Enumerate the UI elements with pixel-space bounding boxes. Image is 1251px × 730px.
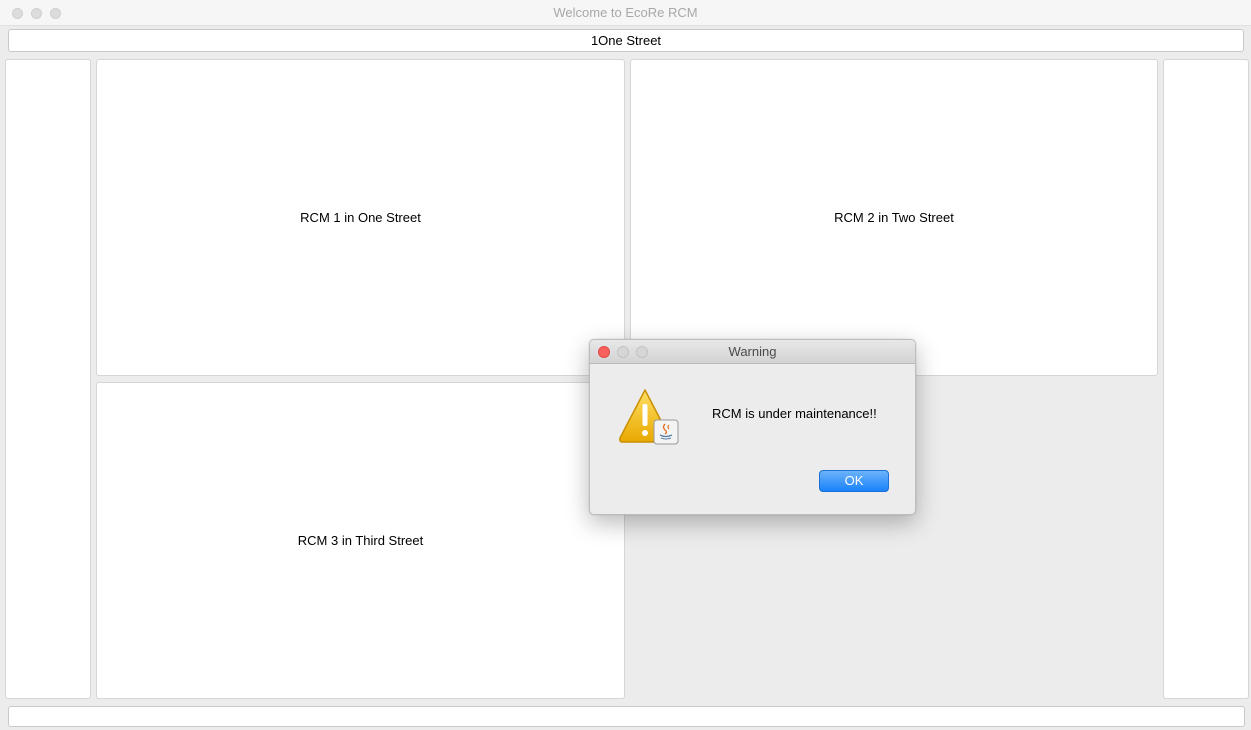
address-field[interactable]: 1One Street <box>8 29 1244 52</box>
right-side-panel <box>1163 59 1249 699</box>
left-side-panel <box>5 59 91 699</box>
warning-dialog: Warning RCM is under maintenance!! OK <box>589 339 916 515</box>
status-bar <box>8 706 1245 727</box>
window-title: Welcome to EcoRe RCM <box>553 5 698 20</box>
rcm-3-label: RCM 3 in Third Street <box>297 533 424 548</box>
warning-icon <box>619 389 679 445</box>
java-badge-icon <box>653 419 679 445</box>
rcm-1-label: RCM 1 in One Street <box>300 210 421 225</box>
ok-button[interactable]: OK <box>819 470 889 492</box>
rcm-3-button[interactable]: RCM 3 in Third Street <box>96 382 625 699</box>
rcm-2-button[interactable]: RCM 2 in Two Street <box>630 59 1158 376</box>
rcm-1-button[interactable]: RCM 1 in One Street <box>96 59 625 376</box>
rcm-2-label: RCM 2 in Two Street <box>834 210 954 225</box>
window-titlebar: Welcome to EcoRe RCM <box>0 0 1251 26</box>
dialog-titlebar: Warning <box>590 340 915 364</box>
dialog-message: RCM is under maintenance!! <box>712 406 877 421</box>
dialog-title: Warning <box>728 344 777 359</box>
